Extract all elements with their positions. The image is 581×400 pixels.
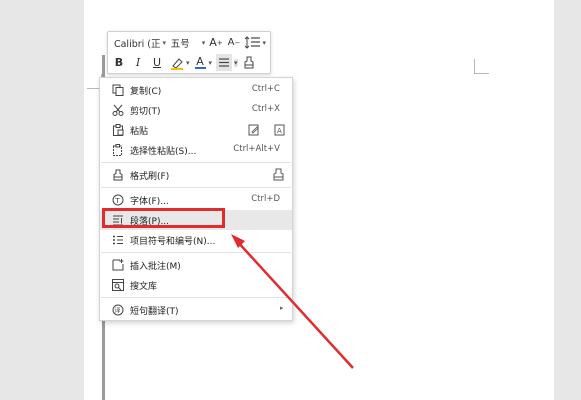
annotation-arrow [231, 234, 354, 369]
arrow-shaft [235, 239, 354, 369]
